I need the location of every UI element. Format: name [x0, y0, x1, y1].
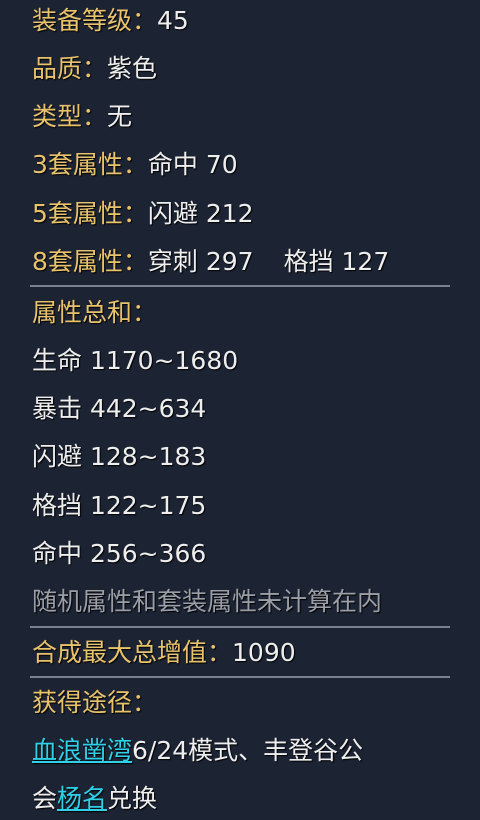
- divider-2: [30, 626, 450, 628]
- quality-value: 紫色: [107, 54, 158, 83]
- attr-total-label: 属性总和：: [32, 298, 158, 327]
- attr-item: 格挡 122~175: [32, 491, 207, 520]
- type-row: 类型：无: [32, 100, 132, 134]
- set8-label: 8套属性：: [32, 247, 148, 276]
- set5-row: 5套属性：闪避 212: [32, 197, 254, 231]
- equip-level-label: 装备等级：: [32, 6, 158, 35]
- obtain-line-1: 血浪凿湾6/24模式、丰登谷公: [32, 734, 363, 768]
- max-increase-value: 1090: [232, 638, 296, 667]
- set5-value: 闪避 212: [147, 199, 254, 228]
- set3-value: 命中 70: [147, 150, 238, 179]
- obtain-text-1: 6/24模式、丰登谷公: [132, 736, 364, 765]
- attr-total-heading: 属性总和：: [32, 296, 157, 330]
- obtain-link-currency[interactable]: 杨名: [57, 784, 107, 813]
- item-tooltip-panel: 装备等级：45 品质：紫色 类型：无 3套属性：命中 70 5套属性：闪避 21…: [0, 0, 480, 820]
- type-label: 类型：: [32, 102, 108, 131]
- quality-label: 品质：: [32, 54, 108, 83]
- obtain-link-location[interactable]: 血浪凿湾: [32, 736, 132, 765]
- divider-1: [30, 285, 450, 287]
- attr-note: 随机属性和套装属性未计算在内: [32, 587, 383, 616]
- quality-row: 品质：紫色: [32, 52, 157, 86]
- obtain-line-2: 会杨名兑换: [32, 782, 157, 816]
- obtain-text-2: 会: [32, 784, 58, 813]
- equip-level-value: 45: [157, 6, 189, 35]
- set5-label: 5套属性：: [32, 199, 148, 228]
- type-value: 无: [107, 102, 133, 131]
- attr-item: 闪避 128~183: [32, 442, 207, 471]
- set8-row: 8套属性：穿刺 297 格挡 127: [32, 245, 389, 279]
- set3-label: 3套属性：: [32, 150, 148, 179]
- attr-item: 生命 1170~1680: [32, 346, 239, 375]
- attr-item: 命中 256~366: [32, 539, 207, 568]
- equip-level-row: 装备等级：45: [32, 4, 189, 38]
- obtain-heading: 获得途径：: [32, 686, 157, 720]
- divider-3: [30, 676, 450, 678]
- attr-item: 暴击 442~634: [32, 394, 207, 423]
- obtain-label: 获得途径：: [32, 688, 158, 717]
- set3-row: 3套属性：命中 70: [32, 148, 238, 182]
- set8-value-2: 格挡 127: [283, 247, 390, 276]
- max-increase-row: 合成最大总增值：1090: [32, 636, 296, 670]
- max-increase-label: 合成最大总增值：: [32, 638, 233, 667]
- obtain-text-3: 兑换: [107, 784, 158, 813]
- set8-value-1: 穿刺 297: [147, 247, 254, 276]
